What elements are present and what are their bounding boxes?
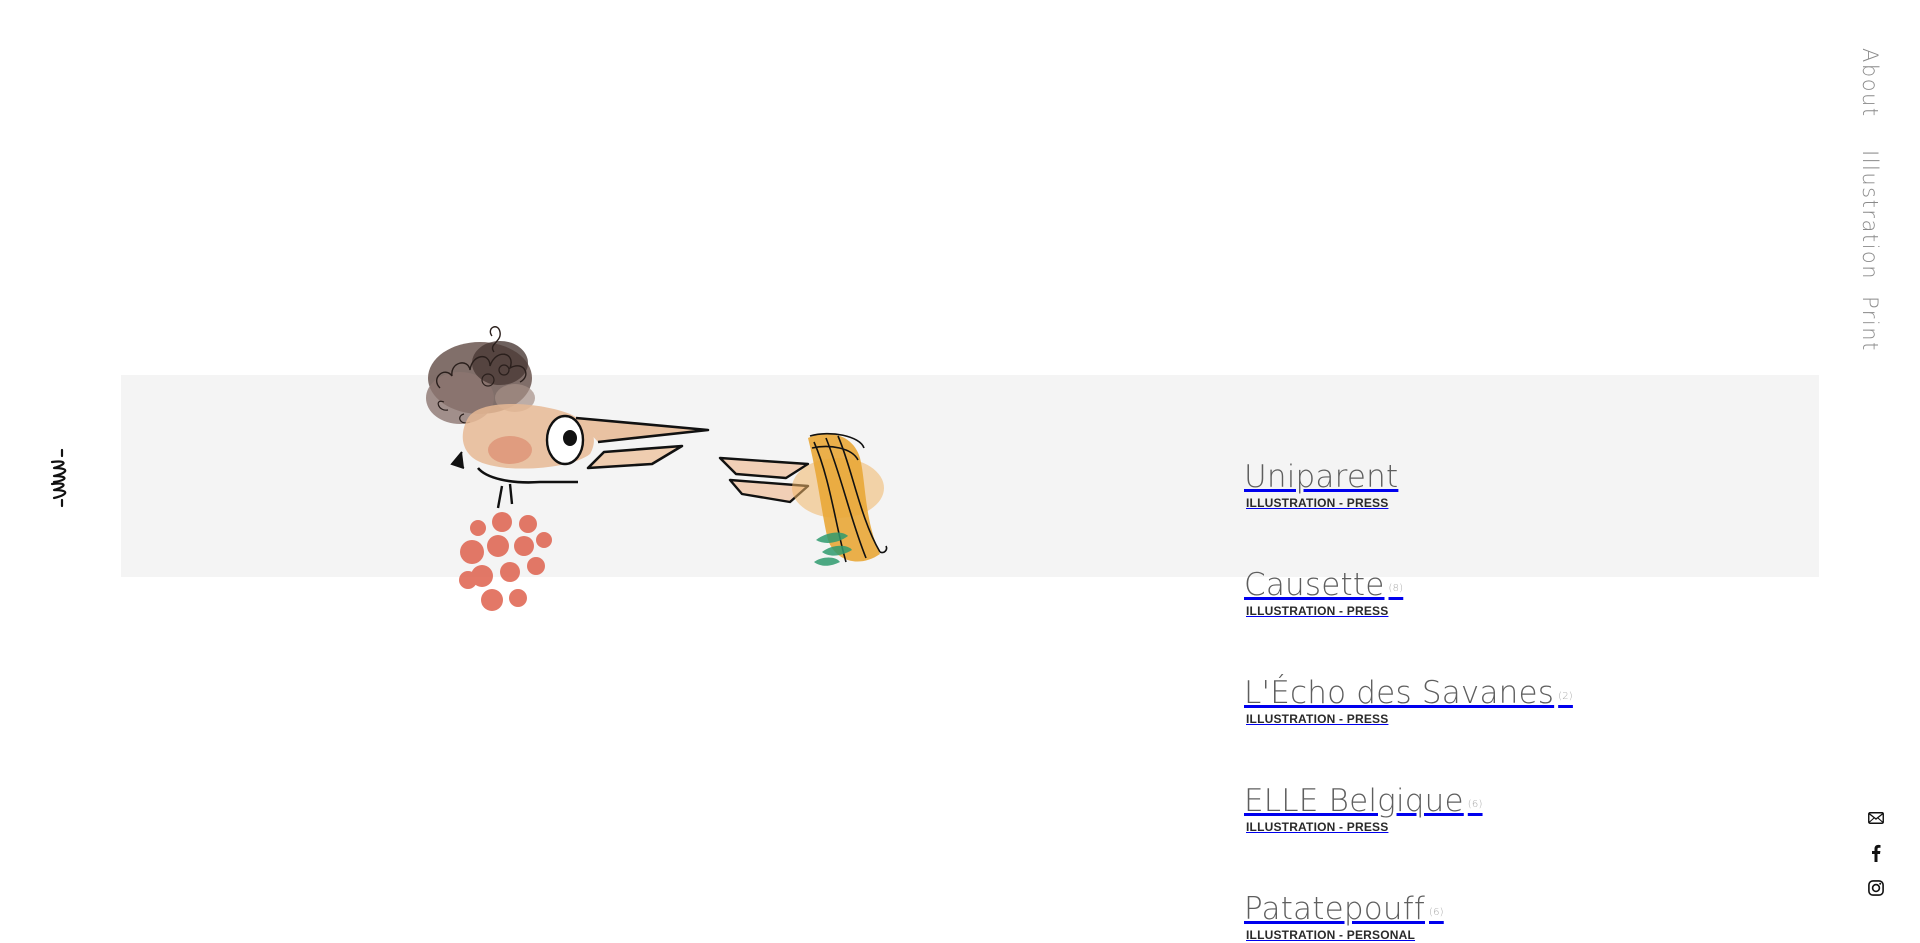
project-title: Causette (8)	[1244, 567, 1404, 603]
right-bird	[718, 432, 888, 566]
nav-item-print[interactable]: Print	[1858, 296, 1882, 352]
project-title: ELLE Belgique (6)	[1244, 783, 1483, 819]
project-item-uniparent[interactable]: Uniparent ILLUSTRATION - PRESS	[1244, 456, 1804, 526]
project-title: L'Écho des Savanes (2)	[1244, 675, 1573, 711]
watercolor-illustration-birds-facing[interactable]	[390, 318, 930, 618]
project-item-causette[interactable]: Causette (8) ILLUSTRATION - PRESS	[1244, 564, 1804, 634]
project-count: (2)	[1558, 691, 1573, 702]
project-category: ILLUSTRATION - PRESS	[1246, 604, 1389, 618]
project-count: (8)	[1388, 583, 1404, 594]
nav-item-illustration[interactable]: Illustration	[1858, 150, 1882, 280]
social-links	[1866, 808, 1890, 898]
site-logo[interactable]	[44, 448, 80, 508]
handwritten-signature-logo	[50, 448, 67, 508]
project-count: (6)	[1429, 907, 1444, 918]
project-title: Patatepouff (6)	[1244, 891, 1444, 927]
project-count: (6)	[1467, 799, 1483, 810]
nav-item-about[interactable]: About	[1858, 48, 1882, 118]
red-watercolor-dots	[459, 512, 552, 611]
project-list: Uniparent ILLUSTRATION - PRESS Causette(…	[1244, 456, 1804, 943]
project-title: Uniparent	[1244, 459, 1399, 495]
project-category: ILLUSTRATION - PRESS	[1246, 712, 1389, 726]
left-bird-body	[450, 404, 710, 509]
page: About Illustration Print Uniparent ILLUS…	[0, 0, 1920, 943]
project-item-echo-des-savanes[interactable]: L'Écho des Savanes (2) ILLUSTRATION - PRE…	[1244, 672, 1804, 742]
mail-icon[interactable]	[1866, 808, 1886, 828]
instagram-icon[interactable]	[1866, 878, 1886, 898]
project-item-elle-belgique[interactable]: ELLE Belgique (6) ILLUSTRATION - PRESS	[1244, 780, 1804, 850]
project-category: ILLUSTRATION - PRESS	[1246, 820, 1389, 834]
project-item-patatepouff[interactable]: Patatepouff (6) ILLUSTRATION - PERSONAL	[1244, 888, 1804, 943]
project-category: ILLUSTRATION - PRESS	[1246, 496, 1389, 510]
project-category: ILLUSTRATION - PERSONAL	[1246, 928, 1416, 942]
main-nav: About Illustration Print	[1858, 48, 1888, 368]
facebook-icon[interactable]	[1866, 843, 1886, 863]
